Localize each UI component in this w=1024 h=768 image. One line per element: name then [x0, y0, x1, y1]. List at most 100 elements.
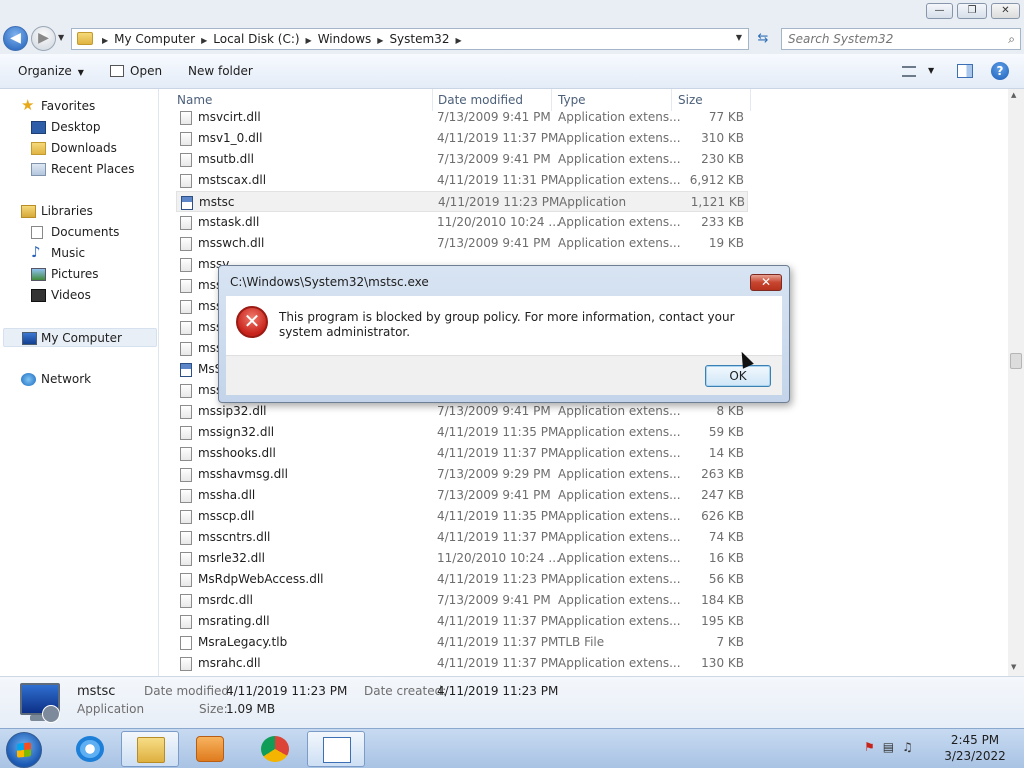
file-type: Application extens...	[558, 131, 681, 145]
views-dropdown[interactable]: ▼	[928, 66, 934, 75]
file-row[interactable]: msscp.dll 4/11/2019 11:35 PM Application e…	[176, 506, 748, 527]
file-date: 4/11/2019 11:35 PM	[437, 509, 559, 523]
nav-downloads[interactable]: Downloads	[31, 139, 117, 158]
file-size: 7 KB	[716, 635, 744, 649]
search-icon[interactable]: ⌕	[1008, 32, 1015, 47]
taskbar-chrome[interactable]	[246, 731, 304, 767]
minimize-button[interactable]: —	[926, 3, 953, 19]
desktop-icon	[31, 121, 46, 134]
file-type: Application extens...	[558, 110, 681, 124]
file-row[interactable]: mstscax.dll 4/11/2019 11:31 PM Application…	[176, 170, 748, 191]
file-row[interactable]: msshooks.dll 4/11/2019 11:37 PM Applicatio…	[176, 443, 748, 464]
file-row[interactable]: msrating.dll 4/11/2019 11:37 PM Applicatio…	[176, 611, 748, 632]
address-bar[interactable]: ▶ My Computer ▶ Local Disk (C:) ▶ Windows ▶ Sys…	[71, 28, 749, 50]
file-date: 11/20/2010 10:24 ...	[437, 551, 560, 565]
file-size: 14 KB	[708, 446, 744, 460]
file-size: 247 KB	[701, 488, 744, 502]
volume-icon[interactable]: ♫	[902, 740, 913, 754]
help-icon[interactable]: ?	[991, 62, 1009, 80]
taskbar-clock[interactable]: 2:45 PM 3/23/2022	[940, 732, 1010, 764]
dialog-footer: OK	[226, 355, 782, 395]
details-file-type: Application	[77, 702, 145, 716]
file-row[interactable]: mstsc 4/11/2019 11:23 PM Application 1,121 …	[176, 191, 748, 212]
organize-button[interactable]: Organize ▼	[18, 64, 84, 78]
file-row[interactable]: mstask.dll 11/20/2010 10:24 ... Applicatio…	[176, 212, 748, 233]
breadcrumb-local-disk[interactable]: Local Disk (C:)	[213, 32, 299, 46]
file-name: mstask.dll	[198, 215, 260, 229]
taskbar-internet-explorer[interactable]	[61, 731, 119, 767]
file-date: 4/11/2019 11:31 PM	[437, 173, 559, 187]
forward-button[interactable]: ▶	[31, 26, 56, 51]
nav-recent-places[interactable]: Recent Places	[31, 160, 134, 179]
new-folder-button[interactable]: New folder	[188, 64, 253, 78]
file-row[interactable]: msv1_0.dll 4/11/2019 11:37 PM Application …	[176, 128, 748, 149]
close-window-button[interactable]: ✕	[991, 3, 1020, 19]
file-size: 19 KB	[708, 236, 744, 250]
breadcrumb-system32[interactable]: System32	[389, 32, 449, 46]
file-date: 7/13/2009 9:29 PM	[437, 467, 551, 481]
taskbar-explorer[interactable]	[121, 731, 179, 767]
wordpad-icon	[323, 737, 351, 763]
nav-music[interactable]: ♪ Music	[31, 243, 85, 263]
taskbar-wordpad[interactable]	[307, 731, 365, 767]
recent-pages-dropdown[interactable]: ▼	[58, 33, 64, 42]
dialog-close-button[interactable]: ✕	[750, 274, 782, 291]
nav-videos[interactable]: Videos	[31, 286, 91, 305]
file-row[interactable]: msrdc.dll 7/13/2009 9:41 PM Application ex…	[176, 590, 748, 611]
file-date: 4/11/2019 11:35 PM	[437, 425, 559, 439]
nav-my-computer[interactable]: My Computer	[3, 328, 157, 347]
nav-network[interactable]: Network	[21, 370, 91, 389]
taskbar-media-player[interactable]	[181, 731, 239, 767]
details-created-label: Date created:	[364, 684, 447, 698]
file-row[interactable]: mssign32.dll 4/11/2019 11:35 PM Applicatio…	[176, 422, 748, 443]
refresh-button[interactable]: ⇆	[752, 29, 774, 49]
breadcrumb-my-computer[interactable]: My Computer	[114, 32, 195, 46]
nav-desktop-label: Desktop	[51, 120, 101, 134]
nav-documents[interactable]: Documents	[31, 223, 120, 242]
scroll-up-arrow[interactable]: ▲	[1011, 91, 1016, 99]
file-row[interactable]: msrahc.dll 4/11/2019 11:37 PM Application …	[176, 653, 748, 674]
file-row[interactable]: MsRdpWebAccess.dll 4/11/2019 11:23 PM Appl…	[176, 569, 748, 590]
file-name: mstscax.dll	[198, 173, 267, 187]
nav-pictures[interactable]: Pictures	[31, 265, 99, 284]
ok-button[interactable]: OK	[705, 365, 771, 387]
maximize-button[interactable]: ❐	[957, 3, 987, 19]
nav-desktop[interactable]: Desktop	[31, 118, 101, 137]
file-name: mssip32.dll	[198, 404, 267, 418]
file-type: Application extens...	[558, 425, 681, 439]
file-type: Application extens...	[558, 404, 681, 418]
file-row[interactable]: msswch.dll 7/13/2009 9:41 PM Application e…	[176, 233, 748, 254]
back-button[interactable]: ◀	[3, 26, 28, 51]
address-dropdown[interactable]: ▼	[736, 33, 742, 42]
file-row[interactable]: mssip32.dll 7/13/2009 9:41 PM Application …	[176, 401, 748, 422]
action-center-flag-icon[interactable]: ⚑	[864, 740, 875, 754]
file-type: Application extens...	[558, 488, 681, 502]
start-button[interactable]	[6, 732, 42, 768]
column-divider[interactable]	[750, 89, 751, 111]
file-size: 74 KB	[708, 530, 744, 544]
file-row[interactable]: msrle32.dll 11/20/2010 10:24 ... Applicati…	[176, 548, 748, 569]
file-row[interactable]: mssha.dll 7/13/2009 9:41 PM Application ex…	[176, 485, 748, 506]
file-name: msrle32.dll	[198, 551, 265, 565]
nav-favorites[interactable]: ★ Favorites	[21, 96, 95, 116]
file-name: msrating.dll	[198, 614, 270, 628]
file-row[interactable]: msshavmsg.dll 7/13/2009 9:29 PM Applicatio…	[176, 464, 748, 485]
scroll-down-arrow[interactable]: ▼	[1011, 663, 1016, 671]
open-button[interactable]: Open	[110, 64, 162, 78]
file-row[interactable]: msscntrs.dll 4/11/2019 11:37 PM Applicatio…	[176, 527, 748, 548]
file-row[interactable]: msvcirt.dll 7/13/2009 9:41 PM Application …	[176, 107, 748, 128]
views-icon[interactable]	[902, 66, 916, 77]
nav-libraries[interactable]: Libraries	[21, 202, 93, 221]
file-row[interactable]: msutb.dll 7/13/2009 9:41 PM Application ex…	[176, 149, 748, 170]
vertical-scrollbar[interactable]: ▲ ▼	[1008, 89, 1024, 676]
address-row: ◀ ▶ ▼ ▶ My Computer ▶ Local Disk (C:) ▶ Windo…	[0, 22, 1024, 54]
search-input[interactable]	[782, 29, 992, 49]
dll-file-icon	[180, 342, 192, 356]
breadcrumb-windows[interactable]: Windows	[318, 32, 372, 46]
file-row[interactable]: MsraLegacy.tlb 4/11/2019 11:37 PM TLB File…	[176, 632, 748, 653]
preview-pane-icon[interactable]	[957, 64, 973, 78]
scrollbar-thumb[interactable]	[1010, 353, 1022, 369]
nav-documents-label: Documents	[51, 225, 120, 239]
windows-logo-icon	[17, 742, 31, 758]
network-status-icon[interactable]: ▤	[883, 740, 894, 754]
